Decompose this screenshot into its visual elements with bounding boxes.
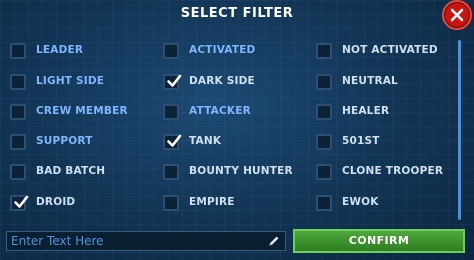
filter-option[interactable]: NEUTRAL [316, 72, 466, 96]
close-icon [450, 8, 464, 22]
checkbox[interactable] [163, 164, 179, 180]
checkbox-checked[interactable] [163, 134, 182, 150]
filter-option-label: 501ST [342, 135, 380, 147]
checkbox[interactable] [163, 43, 179, 59]
checkbox[interactable] [10, 43, 26, 59]
filter-option[interactable]: EMPIRE [163, 193, 313, 217]
filter-option[interactable]: CREW MEMBER [10, 102, 160, 126]
scrollbar[interactable] [458, 40, 461, 220]
dialog-title: SELECT FILTER [180, 6, 294, 21]
filter-option-label: CLONE TROOPER [342, 165, 444, 177]
filter-option[interactable]: 501ST [316, 132, 466, 156]
filter-option-label: DARK SIDE [189, 75, 255, 87]
filter-option-label: LEADER [36, 44, 84, 56]
filter-option[interactable]: BOUNTY HUNTER [163, 162, 313, 186]
checkbox[interactable] [316, 104, 332, 120]
checkbox-checked[interactable] [10, 195, 29, 211]
filter-option-label: ACTIVATED [189, 44, 256, 56]
pencil-icon[interactable] [268, 235, 280, 247]
filter-option-label: EMPIRE [189, 196, 235, 208]
filter-option[interactable]: HEALER [316, 102, 466, 126]
filter-option-label: TANK [189, 135, 222, 147]
filter-option-label: NEUTRAL [342, 75, 398, 87]
filter-option[interactable]: SUPPORT [10, 132, 160, 156]
filter-option[interactable]: CLONE TROOPER [316, 162, 466, 186]
checkbox[interactable] [10, 164, 26, 180]
filter-option[interactable]: DROID [10, 193, 160, 217]
checkmark-icon [167, 134, 182, 147]
search-input[interactable] [11, 233, 261, 249]
filter-option[interactable]: BAD BATCH [10, 162, 160, 186]
checkbox[interactable] [316, 43, 332, 59]
filter-option[interactable]: LEADER [10, 41, 160, 65]
background-grid [0, 0, 474, 260]
filter-option-label: NOT ACTIVATED [342, 44, 438, 56]
filter-option-label: BAD BATCH [36, 165, 106, 177]
filter-option[interactable]: ATTACKER [163, 102, 313, 126]
checkbox[interactable] [10, 134, 26, 150]
checkbox[interactable] [10, 74, 26, 90]
checkbox[interactable] [316, 195, 332, 211]
confirm-button[interactable]: CONFIRM [293, 229, 465, 253]
checkbox[interactable] [316, 164, 332, 180]
checkbox[interactable] [316, 134, 332, 150]
search-text-field[interactable] [6, 231, 286, 251]
close-button[interactable] [442, 0, 472, 30]
filter-option-label: LIGHT SIDE [36, 75, 105, 87]
filter-option-label: DROID [36, 196, 76, 208]
filter-option[interactable]: EWOK [316, 193, 466, 217]
checkbox[interactable] [163, 195, 179, 211]
checkbox-checked[interactable] [163, 74, 182, 90]
filter-option[interactable]: TANK [163, 132, 313, 156]
filter-option-label: ATTACKER [189, 105, 251, 117]
filter-option-label: EWOK [342, 196, 379, 208]
filter-option[interactable]: DARK SIDE [163, 72, 313, 96]
filter-option-label: CREW MEMBER [36, 105, 128, 117]
filter-option[interactable]: ACTIVATED [163, 41, 313, 65]
checkbox[interactable] [316, 74, 332, 90]
checkmark-icon [14, 195, 29, 208]
filter-option[interactable]: LIGHT SIDE [10, 72, 160, 96]
filter-option-label: BOUNTY HUNTER [189, 165, 293, 177]
checkmark-icon [167, 74, 182, 87]
filter-option[interactable]: NOT ACTIVATED [316, 41, 466, 65]
checkbox[interactable] [10, 104, 26, 120]
filter-option-label: HEALER [342, 105, 390, 117]
filter-option-label: SUPPORT [36, 135, 93, 147]
checkbox[interactable] [163, 104, 179, 120]
